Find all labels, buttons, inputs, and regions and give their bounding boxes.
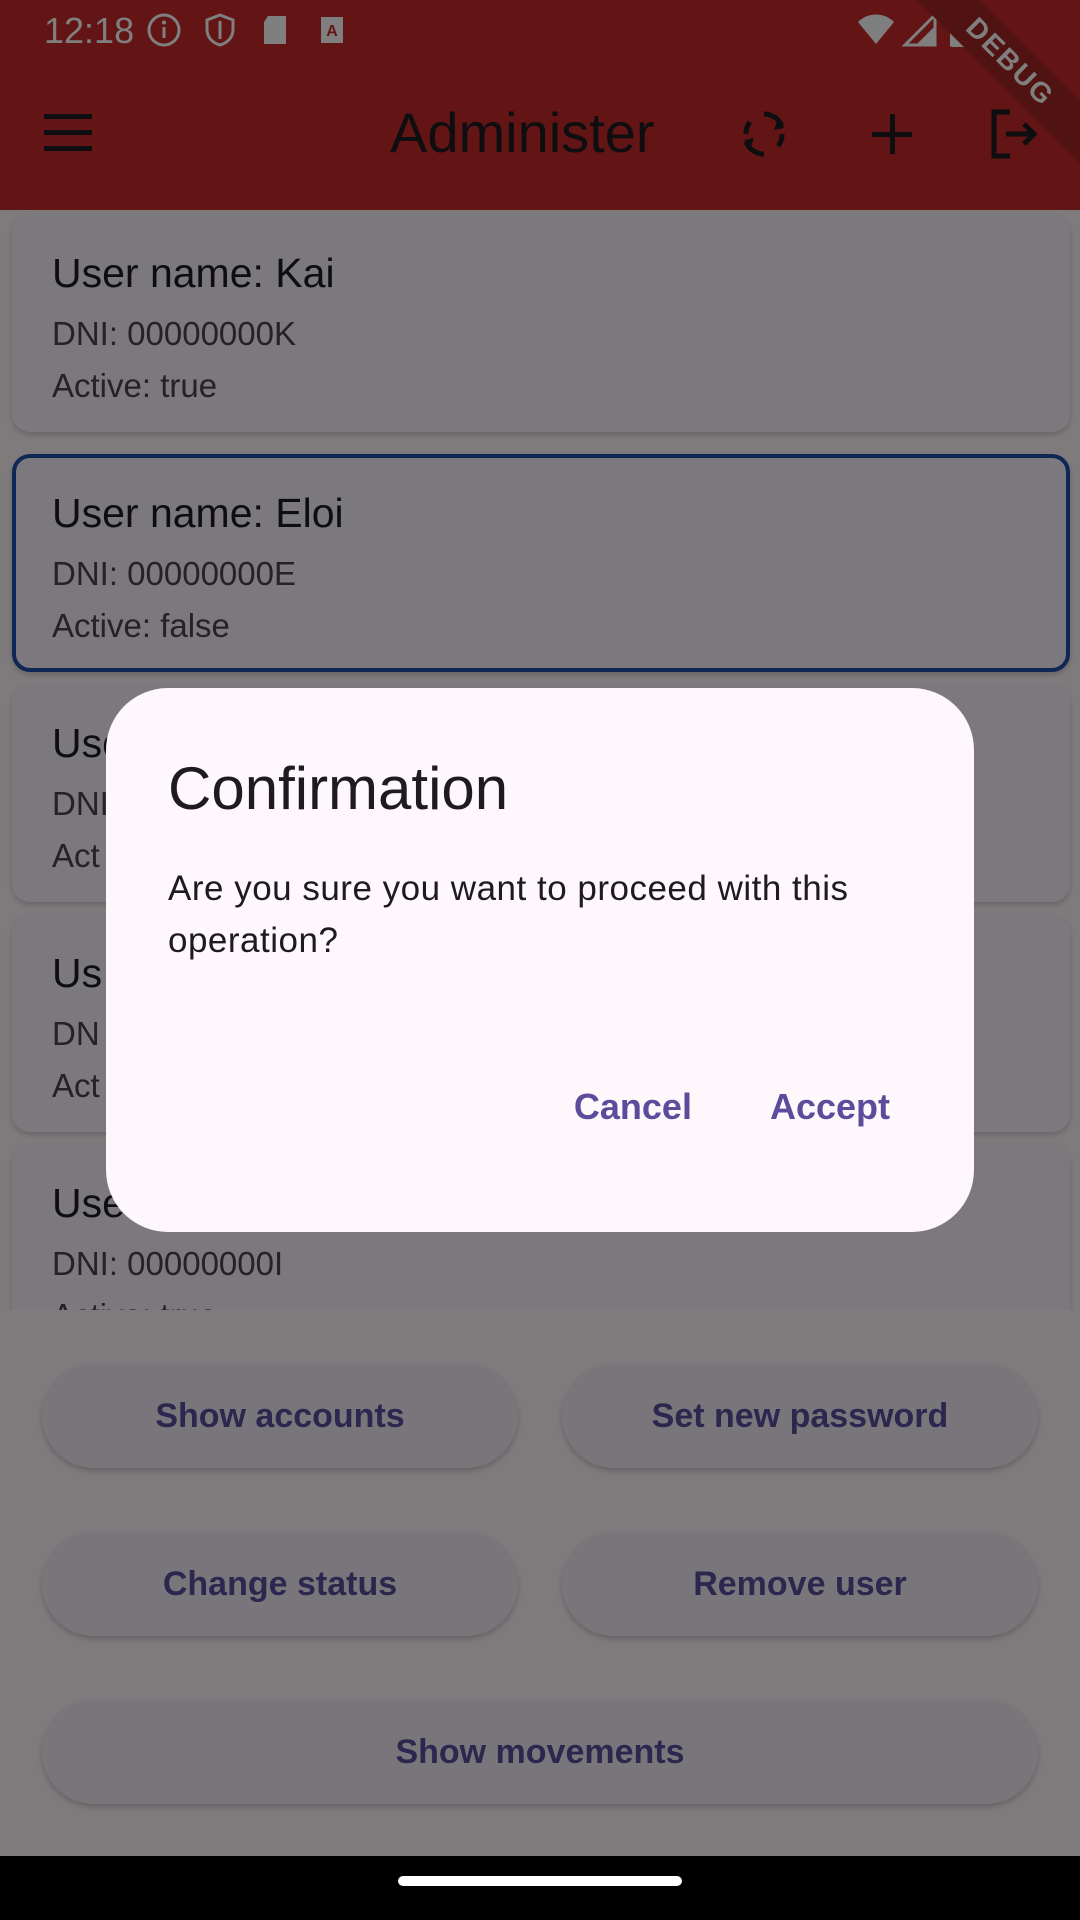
home-handle[interactable] — [398, 1876, 682, 1886]
cancel-button[interactable]: Cancel — [560, 1078, 706, 1136]
system-nav-bar — [0, 1856, 1080, 1920]
confirmation-dialog: Confirmation Are you sure you want to pr… — [106, 688, 974, 1232]
dialog-title: Confirmation — [168, 755, 509, 822]
accept-button[interactable]: Accept — [756, 1078, 904, 1136]
dialog-message: Are you sure you want to proceed with th… — [168, 869, 849, 960]
